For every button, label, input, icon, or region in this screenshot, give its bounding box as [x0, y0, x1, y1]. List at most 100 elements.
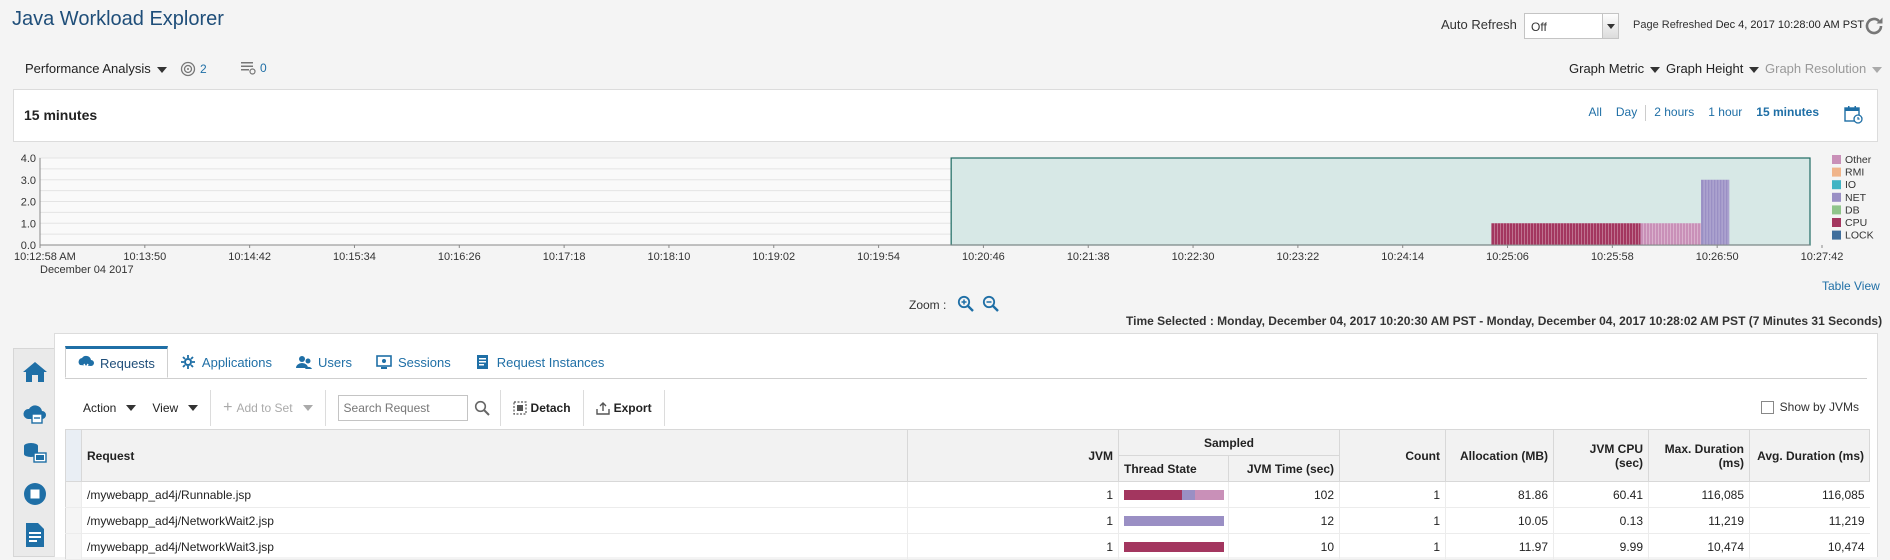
legend-swatch: [1832, 180, 1841, 190]
detach-button[interactable]: Detach: [505, 401, 579, 415]
tab-request-instances-label: Request Instances: [496, 354, 605, 370]
caret-down-icon: [1872, 66, 1883, 73]
search-icon[interactable]: [474, 400, 490, 416]
nav-cloud-target[interactable]: [18, 396, 52, 430]
col-sampled: Sampled: [1117, 429, 1341, 456]
export-button[interactable]: Export: [588, 401, 660, 415]
nav-report[interactable]: [18, 518, 52, 552]
caret-down-icon: [1749, 66, 1760, 73]
select-all-header[interactable]: [65, 429, 82, 482]
search-request-field[interactable]: [337, 395, 468, 421]
col-jvm[interactable]: JVM: [907, 429, 1119, 482]
zoom-out-icon[interactable]: [982, 295, 1000, 313]
x-tick-label: 10:24:14: [1381, 251, 1424, 263]
tab-requests[interactable]: Requests: [65, 346, 168, 378]
view-menu[interactable]: View: [144, 401, 206, 415]
row-selector[interactable]: [65, 507, 82, 534]
legend-swatch: [1832, 230, 1841, 240]
range-link-1-hour[interactable]: 1 hour: [1708, 105, 1742, 121]
auto-refresh-value: Off: [1531, 20, 1547, 34]
time-range-panel: 15 minutes All Day 2 hours 1 hour 15 min…: [13, 89, 1878, 142]
caret-down-icon: [126, 405, 137, 411]
cell-allocation: 11.97: [1445, 533, 1554, 560]
tab-applications[interactable]: Applications: [168, 346, 284, 378]
activity-chart[interactable]: 4.03.02.01.00.010:12:58 AM 10:13:50 10:14:…: [0, 148, 1890, 278]
x-tick-label: 10:19:02: [752, 251, 795, 263]
x-tick-label: 10:27:42: [1801, 251, 1844, 263]
performance-analysis-menu[interactable]: Performance Analysis: [25, 61, 167, 76]
tab-sessions[interactable]: Sessions: [364, 346, 463, 378]
table-row[interactable]: /mywebapp_ad4j/NetworkWait3.jsp 1 10 1 11.97…: [65, 533, 1870, 560]
col-avg-duration[interactable]: Avg. Duration (ms): [1749, 429, 1871, 482]
cell-allocation: 10.05: [1445, 507, 1554, 534]
targets-indicator[interactable]: 2: [180, 61, 207, 77]
col-thread-state[interactable]: Thread State: [1118, 455, 1229, 482]
thread-state-segment: [1182, 489, 1195, 500]
calendar-icon[interactable]: [1843, 104, 1863, 124]
zoom-in-icon[interactable]: [957, 295, 975, 313]
caret-down-icon: [156, 66, 167, 73]
action-menu[interactable]: Action: [75, 401, 144, 415]
search-request-input[interactable]: [338, 396, 463, 420]
y-tick-label: 4.0: [21, 153, 36, 165]
range-link-day[interactable]: Day: [1616, 105, 1637, 121]
col-count[interactable]: Count: [1339, 429, 1447, 482]
time-selected-label: Time Selected :: [1126, 314, 1214, 328]
add-to-set-button[interactable]: + Add to Set: [215, 399, 320, 417]
thread-state-bar: [1124, 515, 1224, 526]
tabs-divider: [65, 378, 1867, 379]
legend-label: IO: [1845, 179, 1856, 191]
col-request[interactable]: Request: [81, 429, 908, 482]
requests-table: Request JVM Sampled Count Allocation (MB…: [65, 429, 1871, 560]
left-nav: [13, 348, 55, 557]
thread-state-segment: [1124, 489, 1182, 500]
nav-databases[interactable]: [18, 436, 52, 470]
x-tick-label: 10:12:58 AM: [14, 251, 76, 263]
cell-count: 1: [1339, 481, 1446, 508]
graph-metric-label: Graph Metric: [1569, 61, 1645, 76]
col-jvm-time[interactable]: JVM Time (sec): [1227, 455, 1341, 482]
cell-jvm: 1: [907, 507, 1119, 534]
row-selector[interactable]: [65, 481, 82, 508]
page-refreshed: Page Refreshed Dec 4, 2017 10:28:00 AM P…: [1633, 19, 1864, 31]
table-row[interactable]: /mywebapp_ad4j/NetworkWait2.jsp 1 12 1 10.05…: [65, 507, 1870, 534]
toolbar-separator: [210, 390, 212, 426]
cell-request: /mywebapp_ad4j/NetworkWait2.jsp: [81, 507, 908, 534]
thread-state-segment: [1124, 541, 1224, 552]
tab-request-instances[interactable]: Request Instances: [463, 346, 617, 378]
range-link-15-minutes[interactable]: 15 minutes: [1756, 105, 1819, 121]
col-jvm-cpu[interactable]: JVM CPU (sec): [1553, 429, 1650, 482]
toolbar-separator: [582, 390, 584, 426]
list-indicator[interactable]: 0: [240, 61, 267, 75]
refresh-icon[interactable]: [1862, 14, 1886, 38]
show-by-jvms-checkbox[interactable]: [1760, 400, 1774, 414]
row-selector[interactable]: [65, 533, 82, 560]
thread-state-segment: [1195, 489, 1224, 500]
databases-icon: [24, 443, 47, 463]
table-view-link[interactable]: Table View: [1822, 279, 1880, 293]
bar-cpu: [1491, 223, 1641, 245]
col-max-duration[interactable]: Max. Duration (ms): [1648, 429, 1751, 482]
caret-down-icon: [1650, 66, 1661, 73]
nav-stop[interactable]: [18, 477, 52, 511]
graph-height-menu[interactable]: Graph Height: [1666, 61, 1760, 76]
x-tick-label: 10:17:18: [543, 251, 586, 263]
auto-refresh-select[interactable]: Off: [1524, 13, 1619, 39]
auto-refresh-label: Auto Refresh: [1441, 17, 1517, 32]
cell-thread-state: [1118, 507, 1229, 534]
tab-users[interactable]: Users: [284, 346, 364, 378]
cell-jvm-time: 12: [1227, 507, 1340, 534]
show-by-jvms[interactable]: Show by JVMs: [1760, 400, 1859, 414]
legend-label: LOCK: [1845, 230, 1874, 242]
range-link-all[interactable]: All: [1589, 105, 1602, 121]
x-tick-label: 10:25:58: [1591, 251, 1634, 263]
chevron-down-icon[interactable]: [1602, 14, 1618, 38]
table-row[interactable]: /mywebapp_ad4j/Runnable.jsp 1 102 1 81.86 60.…: [65, 481, 1870, 508]
range-link-2-hours[interactable]: 2 hours: [1654, 105, 1694, 121]
graph-metric-menu[interactable]: Graph Metric: [1569, 61, 1661, 76]
col-allocation[interactable]: Allocation (MB): [1445, 429, 1555, 482]
zoom-label: Zoom :: [909, 298, 947, 312]
nav-home[interactable]: [18, 355, 52, 389]
caret-down-icon: [302, 405, 313, 411]
tab-sessions-label: Sessions: [397, 354, 451, 370]
